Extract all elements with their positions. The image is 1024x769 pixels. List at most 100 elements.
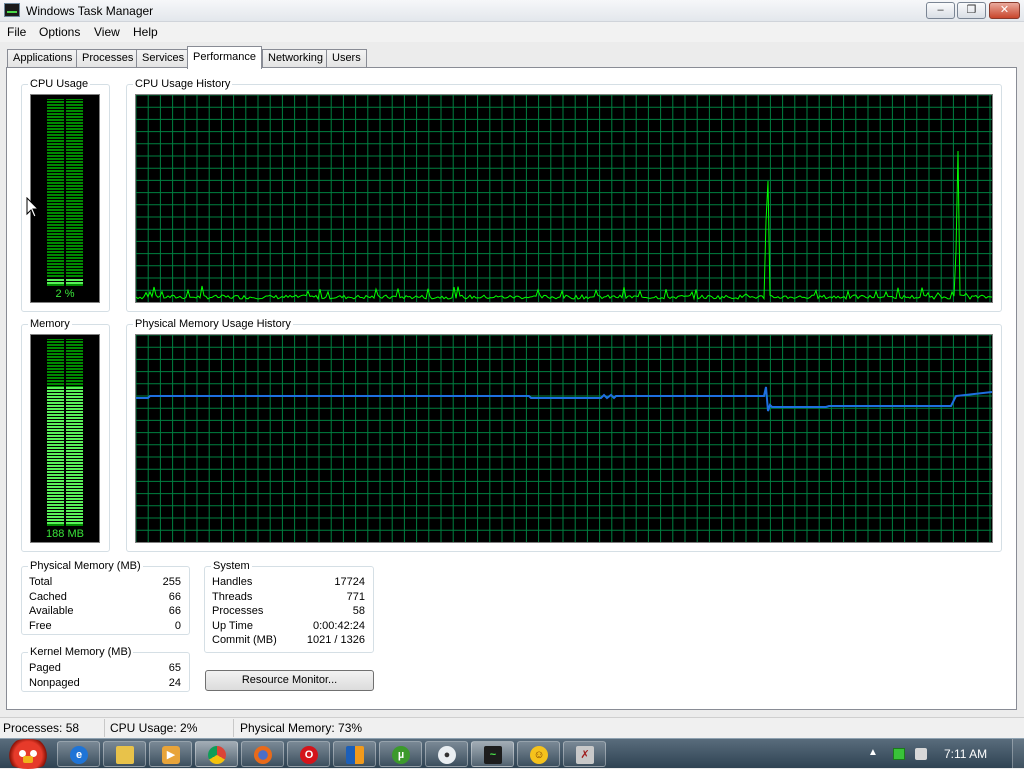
memory-history-label: Physical Memory Usage History xyxy=(133,318,293,330)
stat-label-uptime: Up Time xyxy=(212,620,253,632)
title-bar: Windows Task Manager – ❐ ✕ xyxy=(0,0,1024,22)
stat-value-commit: 1021 / 1326 xyxy=(306,634,365,646)
tab-users[interactable]: Users xyxy=(326,49,367,68)
status-divider xyxy=(104,719,105,737)
physical-memory-group: Physical Memory (MB) Total 255 Cached 66… xyxy=(21,560,190,635)
firefox-icon xyxy=(254,746,272,764)
maximize-button[interactable]: ❐ xyxy=(957,2,986,19)
taskbar-task-manager[interactable]: ~ xyxy=(471,741,514,767)
status-bar: Processes: 58 CPU Usage: 2% Physical Mem… xyxy=(0,717,1024,738)
stat-value-paged: 65 xyxy=(168,662,181,674)
status-processes: Processes: 58 xyxy=(3,721,80,735)
taskbar-messenger[interactable]: ☺ xyxy=(517,741,560,767)
memory-meter: 188 MB xyxy=(30,334,100,543)
task-manager-icon: ~ xyxy=(484,746,502,764)
taskbar-opera[interactable]: O xyxy=(287,741,330,767)
memory-meter-fill xyxy=(47,387,83,524)
stat-value-processes: 58 xyxy=(352,605,365,617)
stat-label-threads: Threads xyxy=(212,591,253,603)
stat-value-nonpaged: 24 xyxy=(168,677,181,689)
opera-icon: O xyxy=(300,746,318,764)
stat-value-available: 66 xyxy=(168,605,181,617)
start-button[interactable] xyxy=(2,739,54,769)
tab-performance[interactable]: Performance xyxy=(187,46,262,69)
window-title: Windows Task Manager xyxy=(26,4,154,18)
tray-status-icon[interactable] xyxy=(893,748,905,760)
status-memory: Physical Memory: 73% xyxy=(240,721,363,735)
taskbar-tool[interactable]: ✗ xyxy=(563,741,606,767)
resource-monitor-button[interactable]: Resource Monitor... xyxy=(205,670,374,691)
stat-label-commit: Commit (MB) xyxy=(212,634,277,646)
mouse-cursor-icon xyxy=(26,197,40,218)
cpu-usage-label: CPU Usage xyxy=(28,78,91,90)
menu-options[interactable]: Options xyxy=(39,25,80,39)
messenger-icon: ☺ xyxy=(530,746,548,764)
start-beak-icon xyxy=(23,756,33,763)
kernel-memory-group: Kernel Memory (MB) Paged 65 Nonpaged 24 xyxy=(21,646,190,692)
show-desktop-button[interactable] xyxy=(1012,739,1024,769)
tray-volume-icon[interactable] xyxy=(915,748,927,760)
taskbar-chrome[interactable] xyxy=(195,741,238,767)
tab-applications[interactable]: Applications xyxy=(7,49,79,68)
taskbar-explorer[interactable] xyxy=(103,741,146,767)
stat-label-handles: Handles xyxy=(212,576,253,588)
media-player-icon: ▶ xyxy=(162,746,180,764)
memory-label: Memory xyxy=(28,318,72,330)
stat-value-cached: 66 xyxy=(168,591,181,603)
close-button[interactable]: ✕ xyxy=(989,2,1020,19)
stat-label-paged: Paged xyxy=(29,662,61,674)
chat-icon: ● xyxy=(438,746,456,764)
memory-usage-line xyxy=(136,386,992,412)
menu-file[interactable]: File xyxy=(7,25,26,39)
stat-label-total: Total xyxy=(29,576,53,588)
taskbar-utorrent[interactable]: µ xyxy=(379,741,422,767)
stat-value-threads: 771 xyxy=(346,591,365,603)
utorrent-icon: µ xyxy=(392,746,410,764)
memory-history-plot xyxy=(136,335,992,542)
tab-processes[interactable]: Processes xyxy=(76,49,140,68)
taskbar-clock[interactable]: 7:11 AM xyxy=(944,747,987,761)
ie-icon: e xyxy=(70,746,88,764)
stat-label-processes: Processes xyxy=(212,605,264,617)
stat-value-uptime: 0:00:42:24 xyxy=(313,620,365,632)
menu-bar: File Options View Help xyxy=(0,22,1024,42)
menu-view[interactable]: View xyxy=(94,25,120,39)
stat-label-free: Free xyxy=(29,620,52,632)
taskbar-ie[interactable]: e xyxy=(57,741,100,767)
status-divider xyxy=(233,719,234,737)
cpu-usage-line xyxy=(136,150,992,301)
cpu-history-label: CPU Usage History xyxy=(133,78,233,90)
taskbar-firefox[interactable] xyxy=(241,741,284,767)
memory-history-graph xyxy=(135,334,993,543)
system-label: System xyxy=(211,560,252,572)
cpu-meter-scale xyxy=(47,99,83,286)
stat-value-handles: 17724 xyxy=(334,576,365,588)
explorer-folder-icon xyxy=(116,746,134,764)
taskbar-chat[interactable]: ● xyxy=(425,741,468,767)
task-manager-icon xyxy=(4,3,20,17)
physical-memory-label: Physical Memory (MB) xyxy=(28,560,143,572)
cpu-history-plot xyxy=(136,95,992,302)
stat-label-available: Available xyxy=(29,605,74,617)
memory-value: 188 MB xyxy=(46,528,84,540)
tool-icon: ✗ xyxy=(576,746,594,764)
tab-networking[interactable]: Networking xyxy=(262,49,330,68)
cpu-usage-meter: 2 % xyxy=(30,94,100,303)
stat-value-total: 255 xyxy=(162,576,181,588)
tab-services[interactable]: Services xyxy=(136,49,191,68)
minimize-button[interactable]: – xyxy=(926,2,955,19)
menu-help[interactable]: Help xyxy=(133,25,158,39)
stat-value-free: 0 xyxy=(174,620,181,632)
stat-label-cached: Cached xyxy=(29,591,67,603)
taskbar-media-player[interactable]: ▶ xyxy=(149,741,192,767)
system-group: System Handles 17724 Threads 771 Process… xyxy=(204,560,374,653)
cpu-meter-fill xyxy=(47,278,83,284)
tray-expand-icon[interactable]: ▲ xyxy=(868,747,878,758)
taskbar: e ▶ O µ ● ~ ☺ ✗ ▲ 7:11 AM xyxy=(0,738,1024,769)
cpu-usage-value: 2 % xyxy=(55,288,75,300)
kernel-memory-label: Kernel Memory (MB) xyxy=(28,646,134,658)
chrome-icon xyxy=(208,746,226,764)
taskbar-app[interactable] xyxy=(333,741,376,767)
cpu-history-graph xyxy=(135,94,993,303)
tab-strip: Applications Processes Services Performa… xyxy=(0,46,1024,69)
